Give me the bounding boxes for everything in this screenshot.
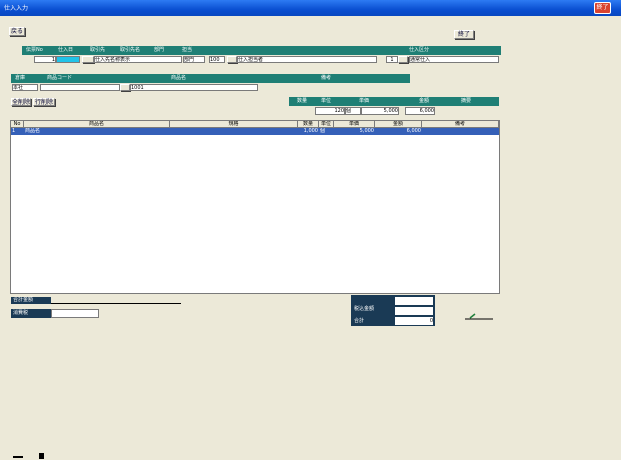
staff-code-field[interactable]: 100	[209, 56, 225, 63]
partner-name-field[interactable]: 仕入先名称表示	[94, 56, 182, 63]
kubun-picker-button[interactable]	[398, 56, 408, 63]
date-field[interactable]	[56, 56, 80, 63]
row-no: 1	[12, 128, 16, 134]
staff-name-field[interactable]: 仕入担当者	[237, 56, 377, 63]
row-unit: 個	[320, 128, 326, 134]
summary-label-price: 単価	[359, 98, 370, 104]
summary-qty[interactable]: 120	[315, 107, 345, 115]
label-warehouse: 倉庫	[15, 75, 26, 81]
slip-no-field[interactable]: 1	[34, 56, 56, 63]
col-item-name[interactable]: 商品名	[24, 121, 170, 128]
summary-label-amount: 金額	[419, 98, 430, 104]
item-picker-button[interactable]	[120, 84, 130, 91]
col-unit[interactable]: 単位	[319, 121, 334, 128]
header-row2-bar: 倉庫 商品コード 商品名 備考	[11, 74, 410, 83]
pen-icon[interactable]	[463, 311, 495, 321]
totals-label-bottom: 合計	[354, 318, 365, 324]
footer-label1: 合計金額	[11, 297, 51, 304]
grid-header: No 商品名 規格 数量 単位 単価 金額 備考	[11, 121, 499, 128]
kubun-code-field[interactable]: 1	[386, 56, 398, 63]
label-slip-no: 伝票No	[26, 47, 43, 53]
totals-val-bottom[interactable]: 0	[395, 317, 433, 325]
status-strip	[13, 451, 63, 460]
totals-val-mid[interactable]	[395, 307, 433, 315]
col-amount[interactable]: 金額	[375, 121, 422, 128]
col-spec[interactable]: 規格	[170, 121, 298, 128]
warehouse-select[interactable]: 本社	[12, 84, 38, 91]
summary-label-qty: 数量	[297, 98, 308, 104]
summary-amount[interactable]: 6,000	[405, 107, 435, 115]
row-amount: 6,000	[406, 128, 421, 134]
table-row[interactable]: 1 商品名 1,000 個 5,000 6,000	[11, 128, 499, 135]
summary-unit[interactable]: 個	[345, 107, 361, 115]
window-title: 仕入入力	[4, 5, 29, 12]
label-dept: 部門	[154, 47, 165, 53]
label-staff: 担当	[182, 47, 193, 53]
item-code-field[interactable]	[40, 84, 120, 91]
col-price[interactable]: 単価	[334, 121, 375, 128]
kubun-name-field[interactable]: 通常仕入	[409, 56, 499, 63]
exit-button[interactable]: 終了	[454, 30, 474, 39]
row-item-name: 商品名	[25, 128, 41, 134]
totals-panel: 税込金額 合計 0	[351, 295, 435, 326]
back-button[interactable]: 戻る	[9, 27, 25, 36]
label-item-code: 商品コード	[47, 75, 73, 81]
title-bar	[0, 0, 621, 16]
detail-grid[interactable]: No 商品名 規格 数量 単位 単価 金額 備考 1 商品名 1,000 個 5…	[10, 120, 500, 294]
summary-label-unit: 単位	[321, 98, 332, 104]
footer-value2[interactable]	[51, 309, 99, 318]
label-note: 備考	[321, 75, 332, 81]
delete-all-button[interactable]: 全削除	[11, 98, 31, 106]
delete-row-button[interactable]: 行削除	[33, 98, 55, 106]
totals-label-top: 税込金額	[354, 306, 375, 312]
footer-value1	[51, 297, 181, 304]
dept-field[interactable]: 部門	[183, 56, 205, 63]
row-qty: 1,000	[303, 128, 318, 134]
staff-picker-button[interactable]	[227, 56, 237, 63]
summary-price[interactable]: 5,000	[361, 107, 399, 115]
label-partner: 取引先	[90, 47, 106, 53]
col-note[interactable]: 備考	[422, 121, 499, 128]
window-close-button[interactable]: 終了	[594, 2, 611, 14]
status-block	[39, 453, 44, 459]
label-kubun: 仕入区分	[409, 47, 430, 53]
label-partner-name: 取引先名	[120, 47, 141, 53]
col-no[interactable]: No	[11, 121, 24, 128]
item-name-field[interactable]: 1001	[130, 84, 258, 91]
summary-label-memo: 摘要	[461, 98, 472, 104]
footer-label2: 消費税	[11, 309, 51, 318]
totals-val-top[interactable]	[395, 297, 433, 305]
summary-header: 数量 単位 単価 金額 摘要	[289, 97, 499, 106]
date-picker-button[interactable]	[82, 56, 94, 63]
label-date: 仕入日	[58, 47, 74, 53]
status-mark	[13, 456, 23, 458]
col-qty[interactable]: 数量	[298, 121, 319, 128]
row-price: 5,000	[359, 128, 374, 134]
header-row1-bar: 伝票No 仕入日 取引先 取引先名 部門 担当 仕入区分	[22, 46, 501, 55]
label-item-name: 商品名	[171, 75, 187, 81]
